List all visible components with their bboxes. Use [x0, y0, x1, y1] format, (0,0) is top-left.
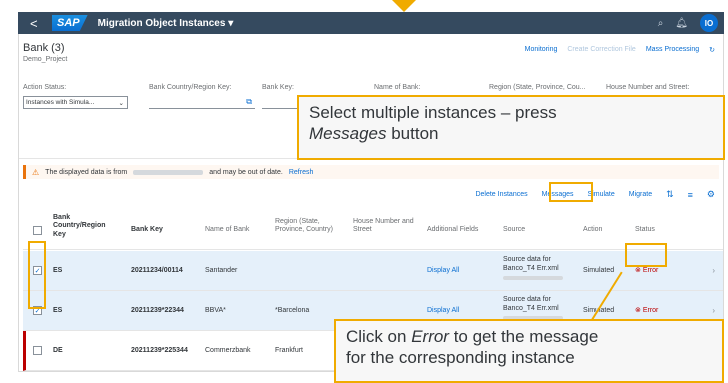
col-house: House Number and Street: [353, 218, 414, 234]
banner-text: The displayed data is from: [45, 168, 128, 176]
callout-top-line2: Messages button: [309, 123, 713, 144]
callout-bottom-line1: Click on Error to get the message: [346, 326, 712, 347]
callout-bottom-line2: for the corresponding instance: [346, 348, 575, 368]
col-country: Bank Country/Region Key: [53, 214, 106, 238]
settings-icon[interactable]: ⚙: [707, 189, 715, 200]
cell-name: Commerzbank: [205, 347, 251, 354]
col-action: Action: [583, 226, 603, 233]
create-correction-link[interactable]: Create Correction File: [567, 46, 635, 54]
back-icon[interactable]: <: [30, 16, 44, 31]
page-subtitle: Demo_Project: [23, 56, 68, 63]
cell-country: DE: [53, 347, 63, 354]
action-status-label: Action Status:: [23, 84, 67, 91]
status-text: Error: [642, 267, 659, 274]
cell-name: BBVA*: [205, 307, 226, 314]
col-region: Region (State, Province, Country): [275, 218, 333, 234]
chevron-right-icon[interactable]: ›: [712, 306, 715, 315]
cell-source: Source data for Banco_T4 Err.xml: [503, 296, 573, 320]
bell-icon[interactable]: 🔔︎: [675, 18, 688, 29]
callout-bottom-prefix: Click on: [346, 327, 412, 346]
table-header: Bank Country/Region Key Bank Key Name of…: [23, 210, 723, 250]
col-additional: Additional Fields: [427, 226, 479, 233]
select-all-checkbox[interactable]: [33, 226, 42, 235]
cell-region: Frankfurt: [275, 347, 304, 354]
delete-instances-button[interactable]: Delete Instances: [475, 191, 527, 198]
col-status: Status: [635, 226, 655, 233]
refresh-link[interactable]: Refresh: [289, 169, 314, 176]
error-status-link[interactable]: ⊗ Error: [635, 307, 658, 316]
col-bank-key: Bank Key: [131, 226, 163, 233]
callout-select-multiple: Select multiple instances – press Messag…: [297, 95, 725, 160]
cell-country: ES: [53, 307, 63, 314]
shell-bar: < SAP Migration Object Instances ▾ ⌕ 🔔︎ …: [18, 12, 724, 34]
blurred-text: [503, 275, 563, 280]
callout-top-after: button: [386, 124, 439, 144]
cell-bank-key: 20211234/00114: [131, 267, 183, 274]
callout-top-line1: Select multiple instances – press: [309, 103, 557, 122]
table-row[interactable]: ✓ ES 20211234/00114 Santander Display Al…: [23, 251, 723, 291]
col-name: Name of Bank: [205, 226, 250, 233]
cell-action: Simulated: [583, 267, 615, 274]
callout-bottom-italic: Error: [411, 327, 449, 346]
blurred-timestamp: [133, 169, 204, 175]
migrate-button[interactable]: Migrate: [629, 191, 652, 198]
value-help-icon[interactable]: ⧉: [246, 97, 252, 107]
cell-bank-key: 20211239*225344: [131, 347, 188, 354]
cell-country: ES: [53, 267, 63, 274]
cell-source: Source data for Banco_T4 Err.xml: [503, 256, 573, 280]
group-icon[interactable]: ≡: [688, 190, 693, 200]
action-status-select[interactable]: Instances with Simula... ⌄: [23, 96, 128, 109]
chevron-right-icon[interactable]: ›: [712, 266, 715, 275]
name-of-bank-label: Name of Bank:: [374, 84, 421, 91]
header-actions: Monitoring Create Correction File Mass P…: [525, 46, 715, 54]
region-label: Region (State, Province, Cou...: [489, 84, 586, 91]
warning-icon: ⚠: [32, 167, 40, 177]
callout-click-error: Click on Error to get the message for th…: [334, 319, 724, 383]
top-pointer-triangle: [392, 0, 416, 12]
search-icon[interactable]: ⌕: [658, 18, 664, 29]
col-source: Source: [503, 226, 526, 233]
display-all-link[interactable]: Display All: [427, 267, 459, 276]
refresh-icon[interactable]: ↻: [709, 46, 715, 54]
avatar[interactable]: IO: [700, 14, 718, 32]
source-text: Source data for Banco_T4 Err.xml: [503, 256, 559, 272]
error-highlight: [625, 243, 667, 267]
messages-highlight: [549, 182, 593, 202]
error-icon: ⊗: [635, 307, 641, 314]
callout-top-italic: Messages: [309, 124, 387, 144]
source-text: Source data for Banco_T4 Err.xml: [503, 296, 559, 312]
sap-logo[interactable]: SAP: [52, 15, 88, 31]
outdated-data-banner: ⚠ The displayed data is from and may be …: [23, 165, 719, 179]
cell-bank-key: 20211239*22344: [131, 307, 184, 314]
bank-country-label: Bank Country/Region Key:: [149, 84, 232, 91]
chevron-down-icon: ⌄: [118, 99, 124, 107]
table-toolbar: Delete Instances Messages Simulate Migra…: [475, 189, 715, 200]
callout-bottom-after: to get the message: [448, 327, 599, 346]
monitoring-link[interactable]: Monitoring: [525, 46, 558, 54]
error-icon: ⊗: [635, 267, 641, 274]
banner-text-after: and may be out of date.: [209, 168, 283, 176]
cell-region: *Barcelona: [275, 307, 310, 314]
bank-country-input[interactable]: ⧉: [149, 96, 255, 109]
display-all-link[interactable]: Display All: [427, 307, 459, 316]
app-title-menu[interactable]: Migration Object Instances ▾: [98, 18, 234, 29]
checkbox-highlight: [28, 241, 46, 309]
sort-icon[interactable]: ⇅: [666, 189, 674, 200]
row-checkbox[interactable]: [33, 346, 42, 355]
cell-name: Santander: [205, 267, 238, 274]
status-text: Error: [642, 307, 659, 314]
error-status-link[interactable]: ⊗ Error: [635, 267, 658, 276]
mass-processing-link[interactable]: Mass Processing: [646, 46, 699, 54]
page-title: Bank (3): [23, 42, 65, 54]
house-number-label: House Number and Street:: [606, 84, 690, 91]
bank-key-label: Bank Key:: [262, 84, 294, 91]
action-status-value: Instances with Simula...: [26, 99, 95, 106]
